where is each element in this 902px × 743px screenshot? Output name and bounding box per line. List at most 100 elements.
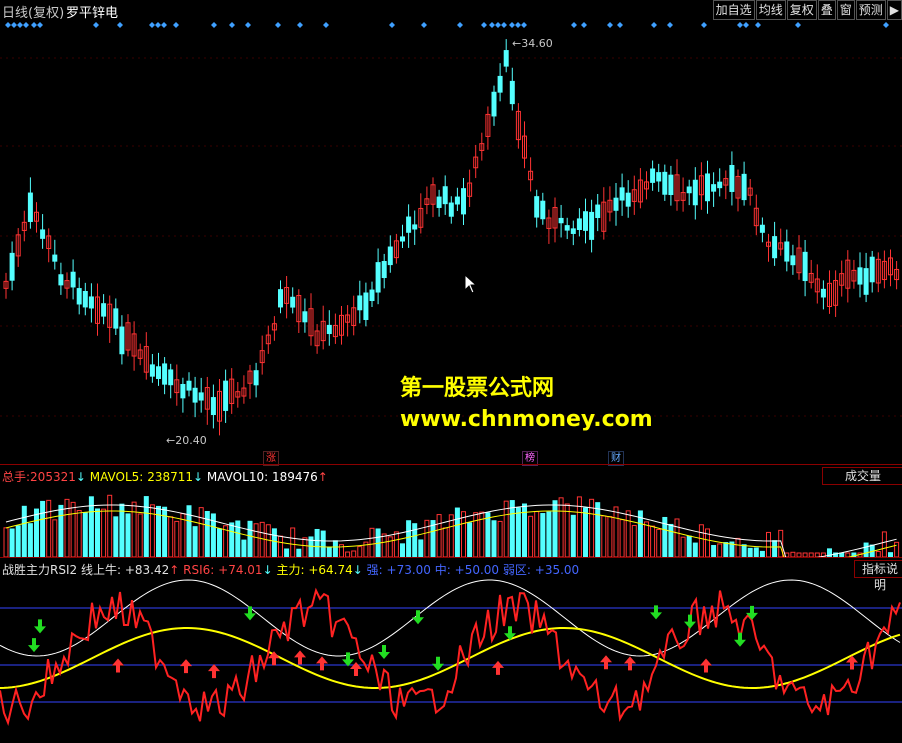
forecast-button[interactable]: 预测: [855, 0, 886, 20]
adjust-price-button[interactable]: 复权: [786, 0, 817, 20]
volume-bar: [692, 542, 698, 557]
overlay-button[interactable]: 叠: [817, 0, 836, 20]
arrow-down-icon: [734, 632, 746, 647]
total-volume-label: 总手:: [2, 470, 31, 484]
volume-bar: [58, 504, 64, 557]
volume-bar: [717, 543, 723, 557]
mavol5-line: [5, 510, 897, 557]
candle-body: [668, 174, 674, 196]
signal-diamond-icon: [457, 22, 463, 28]
main-force-value: +64.74: [308, 563, 353, 577]
candle-body: [387, 246, 393, 266]
volume-bar: [698, 524, 704, 557]
volume-bar: [454, 507, 460, 557]
volume-chart[interactable]: [0, 485, 902, 557]
strong-value: +73.00: [386, 563, 431, 577]
candle-body: [156, 366, 161, 379]
volume-bar: [52, 519, 58, 557]
low-price-label: ←20.40: [166, 434, 207, 447]
volume-bar: [558, 497, 564, 557]
signal-diamond-icon: [737, 22, 743, 28]
candle-body: [662, 171, 668, 195]
indicator-help-button[interactable]: 指标说明: [854, 560, 902, 592]
candle-body: [113, 308, 119, 329]
volume-bar: [332, 540, 338, 557]
candle-body: [656, 172, 662, 182]
candle-body: [162, 363, 168, 385]
candle-body: [70, 271, 76, 288]
arrow-down-icon: [34, 619, 46, 634]
volume-bar: [461, 511, 466, 557]
volume-bar: [314, 528, 320, 557]
rsi-label: RSI6:: [183, 563, 215, 577]
volume-bar: [131, 501, 137, 557]
high-price-label: ←34.60: [512, 37, 553, 50]
mid-value: +50.00: [454, 563, 500, 577]
volume-bar: [192, 526, 198, 557]
indicator-chart[interactable]: [0, 578, 902, 743]
candle-body: [503, 50, 509, 67]
candle-body: [583, 211, 588, 231]
volume-bar: [686, 535, 692, 557]
volume-bar: [247, 520, 253, 557]
signal-diamond-icon: [245, 22, 251, 28]
signal-diamond-icon: [617, 22, 623, 28]
signal-diamond-icon: [155, 22, 161, 28]
volume-bar: [34, 508, 39, 557]
arrow-down-icon: [412, 610, 424, 625]
candle-body: [326, 324, 332, 335]
candle-body: [278, 289, 283, 308]
volume-bar: [168, 516, 174, 557]
volume-bar: [76, 510, 82, 557]
volume-bar: [747, 547, 753, 557]
weak-label: 弱区:: [502, 563, 531, 577]
arrow-up-icon: [624, 656, 636, 671]
moving-average-button[interactable]: 均线: [755, 0, 786, 20]
candle-body: [491, 91, 497, 117]
signal-diamond-icon: [161, 22, 167, 28]
volume-bar: [290, 527, 296, 557]
volume-bar: [515, 507, 521, 557]
weak-value: +35.00: [534, 563, 580, 577]
signal-diamond-icon: [323, 22, 329, 28]
next-arrow-button[interactable]: ▶: [886, 0, 902, 20]
volume-bar: [217, 528, 222, 557]
candle-body: [357, 295, 363, 311]
signal-diamond-icon: [297, 22, 303, 28]
volume-bar: [259, 521, 265, 557]
rsi6-curve: [0, 587, 901, 726]
candle-body: [40, 229, 46, 239]
volume-bar: [735, 537, 741, 557]
window-button[interactable]: 窗: [836, 0, 855, 20]
candle-body: [540, 200, 546, 220]
volume-bar: [491, 520, 497, 557]
volume-bar: [271, 528, 277, 557]
candle-body: [412, 224, 418, 230]
add-watchlist-button[interactable]: 加自选: [712, 0, 755, 20]
candle-body: [58, 274, 64, 286]
candle-body: [711, 184, 717, 192]
signal-diamond-icon: [117, 22, 123, 28]
candle-body: [454, 196, 460, 205]
volume-bar: [3, 527, 9, 557]
volume-bar: [284, 548, 290, 557]
signal-diamond-icon: [501, 22, 507, 28]
mavol10-arrow: ↑: [317, 470, 328, 484]
volume-bar: [143, 496, 149, 557]
volume-bar: [528, 515, 534, 557]
volume-indicator-button[interactable]: 成交量: [822, 467, 902, 485]
candle-body: [400, 236, 405, 242]
candle-body: [180, 383, 186, 399]
signal-diamond-icon: [883, 22, 889, 28]
volume-bar: [125, 513, 131, 557]
candle-body: [119, 326, 125, 355]
indicator-separator: [0, 557, 902, 558]
volume-bar: [369, 527, 375, 557]
candle-body: [570, 228, 576, 234]
volume-bar: [674, 518, 680, 557]
signal-diamond-icon: [509, 22, 515, 28]
signal-diamond-icon: [229, 22, 235, 28]
candle-body: [692, 179, 698, 206]
signal-diamond-icon: [743, 22, 749, 28]
candle-body: [223, 380, 229, 411]
